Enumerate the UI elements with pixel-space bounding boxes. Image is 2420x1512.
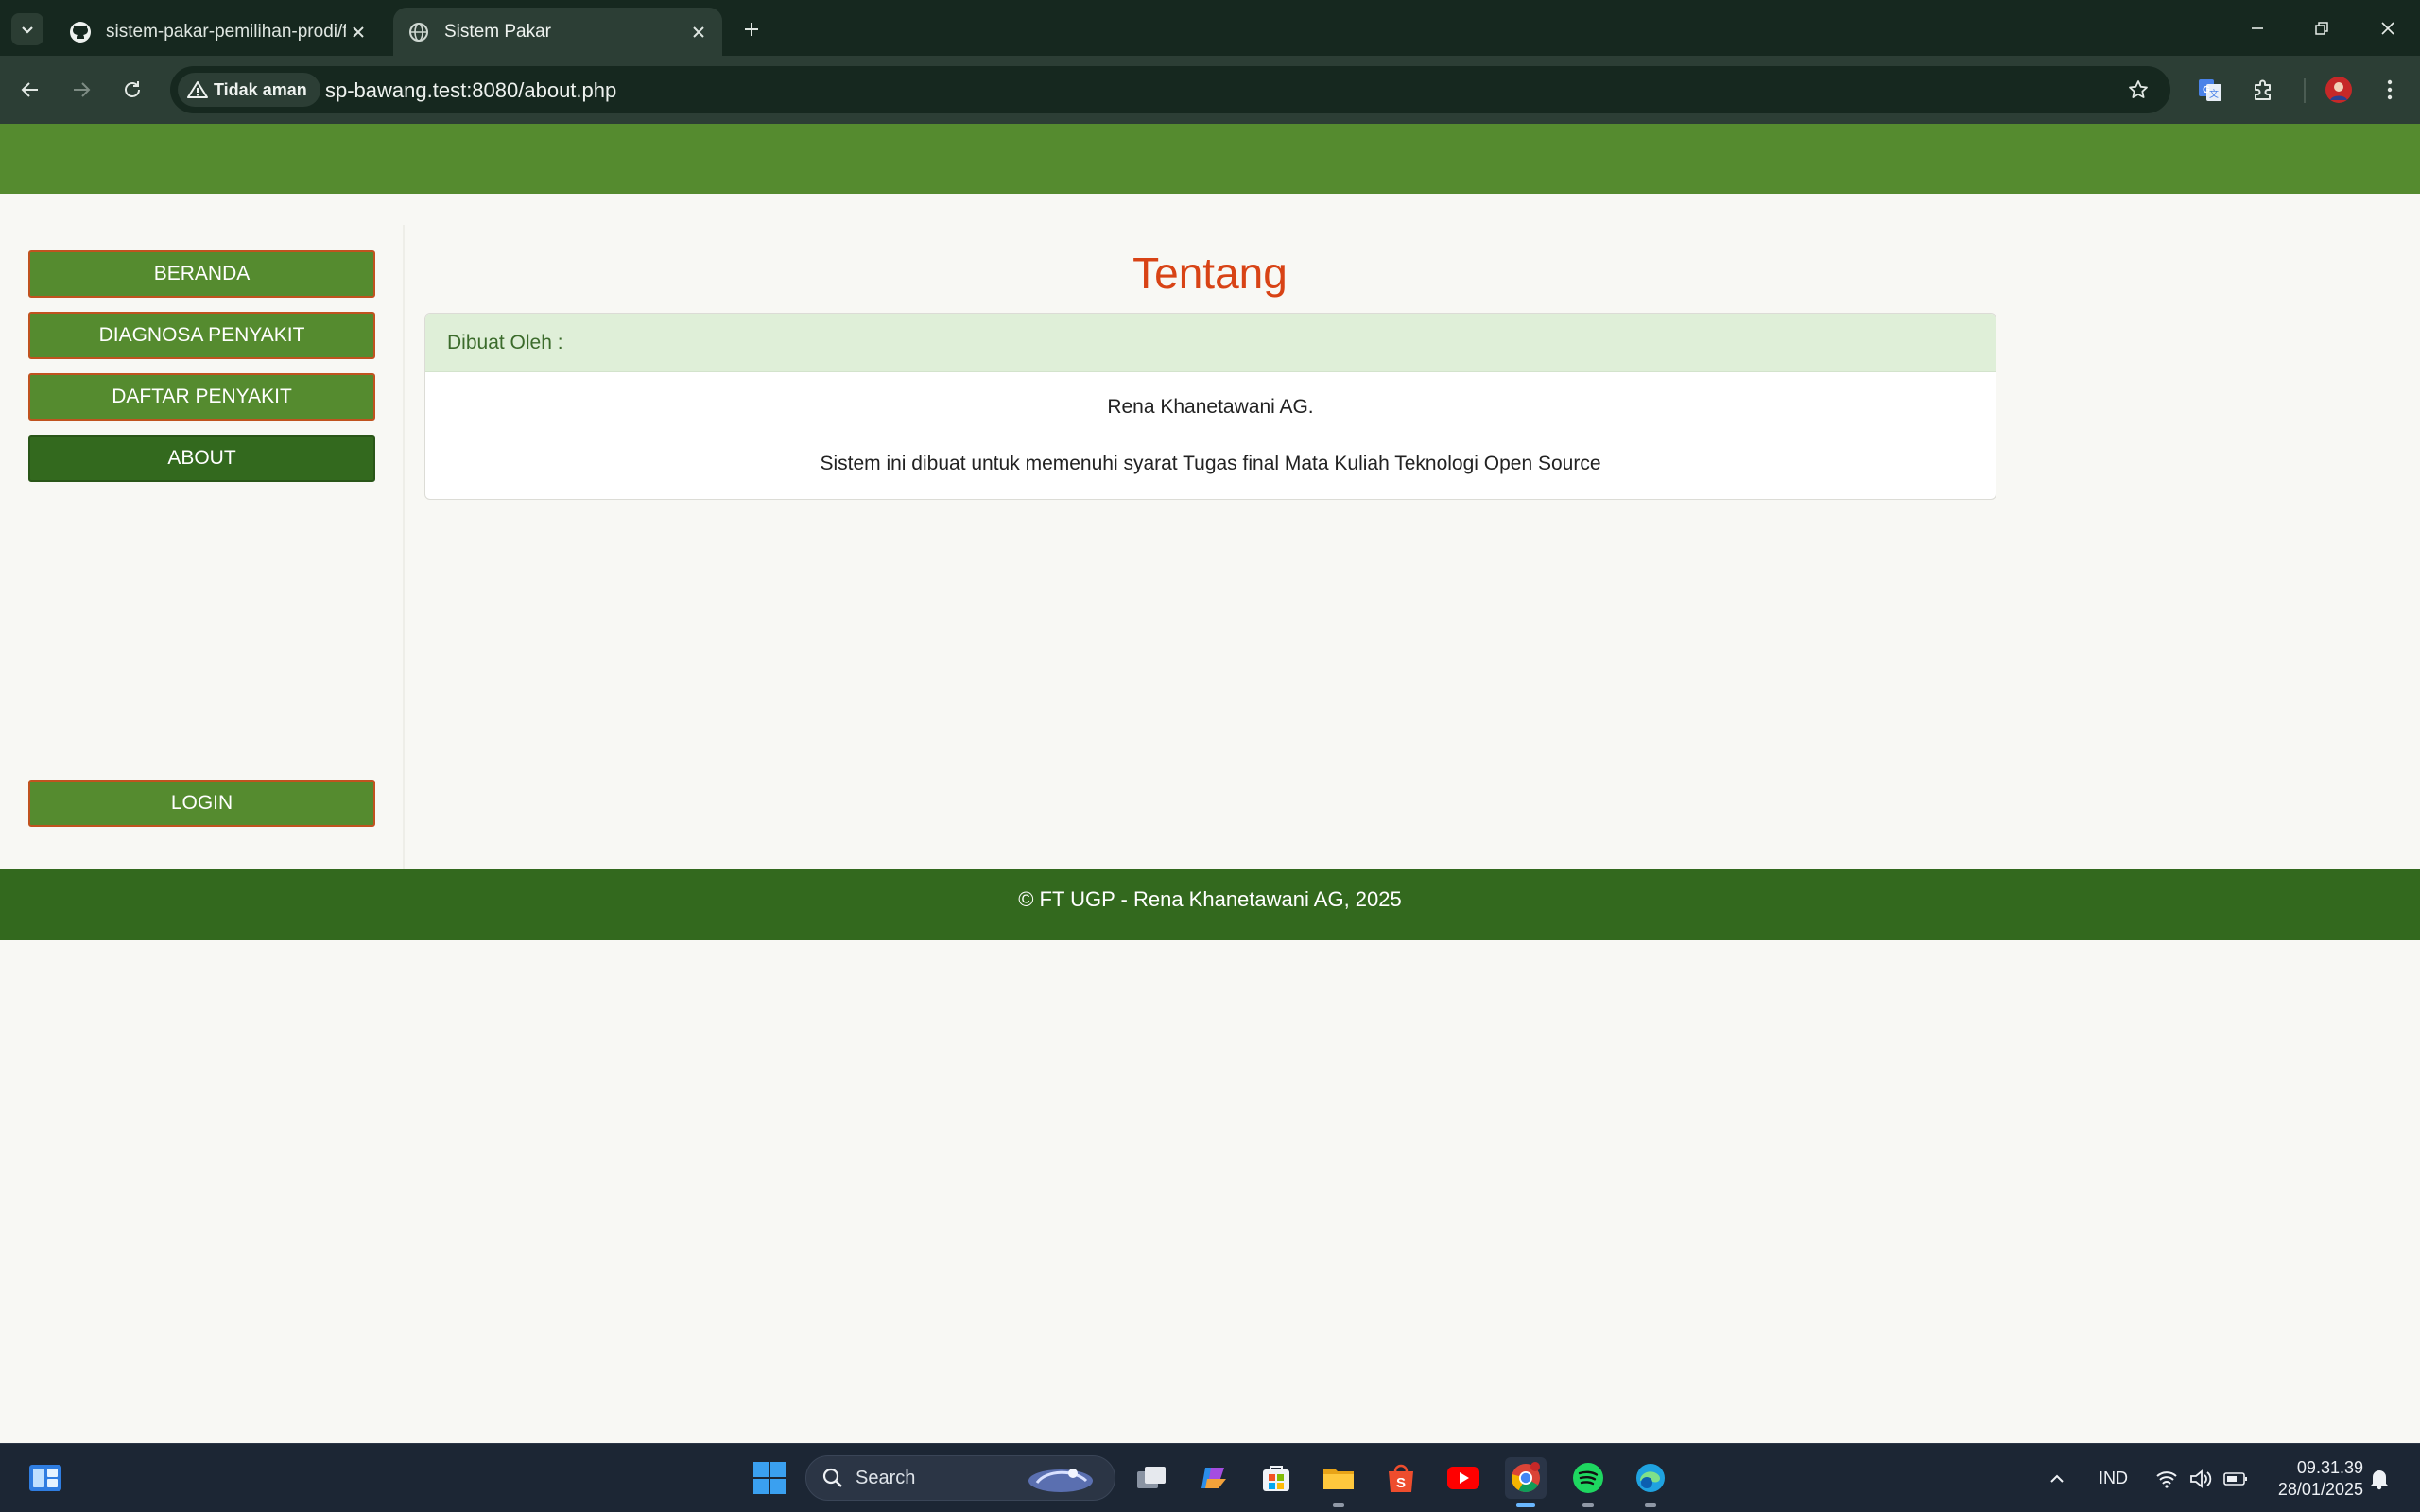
page-footer: © FT UGP - Rena Khanetawani AG, 2025 [0, 869, 2420, 940]
wifi-icon[interactable] [2155, 1444, 2178, 1512]
tab-sistem-pakar[interactable]: Sistem Pakar [393, 8, 722, 56]
footer-text: © FT UGP - Rena Khanetawani AG, 2025 [1018, 887, 1402, 911]
url-text[interactable]: sp-bawang.test:8080/about.php [325, 78, 616, 103]
card-body: Rena Khanetawani AG. Sistem ini dibuat u… [425, 396, 1996, 475]
taskbar-search[interactable]: Search [805, 1455, 1115, 1501]
github-icon [68, 20, 93, 44]
reload-icon [125, 81, 140, 97]
chevron-down-icon [22, 26, 33, 34]
task-view-icon[interactable] [1131, 1457, 1172, 1499]
author-name: Rena Khanetawani AG. [1107, 396, 1314, 418]
extensions-puzzle-icon[interactable] [2244, 71, 2282, 109]
svg-text:S: S [1396, 1475, 1406, 1491]
browser-menu-icon[interactable] [2371, 71, 2409, 109]
reload-button[interactable] [113, 71, 151, 109]
page-title: Tentang [1132, 249, 1288, 298]
microsoft-store-icon[interactable] [1255, 1457, 1297, 1499]
clock-date: 28/01/2025 [2277, 1480, 2363, 1499]
browser-toolbar: Tidak aman sp-bawang.test:8080/about.php… [0, 56, 2420, 124]
warning-icon [187, 81, 208, 98]
sidebar-item-diagnosa-penyakit[interactable]: DIAGNOSA PENYAKIT [28, 312, 375, 359]
arrow-right-icon [74, 82, 91, 97]
search-placeholder: Search [856, 1467, 916, 1488]
search-highlight-icon [1028, 1469, 1093, 1492]
running-indicator [1333, 1503, 1344, 1507]
tray-overflow-chevron-icon[interactable] [2048, 1444, 2066, 1512]
plus-icon [745, 23, 758, 36]
close-icon [2381, 22, 2394, 35]
google-translate-icon[interactable]: G文 [2191, 71, 2229, 109]
restore-icon [2315, 22, 2328, 35]
youtube-icon[interactable] [1443, 1457, 1484, 1499]
tab-github[interactable]: sistem-pakar-pemilihan-prodi/f [55, 8, 382, 56]
sidebar-item-about[interactable]: ABOUT [28, 435, 375, 482]
tab-title: Sistem Pakar [444, 21, 551, 42]
toolbar-divider [2304, 78, 2306, 103]
shopee-icon[interactable]: S [1380, 1457, 1422, 1499]
edge-icon[interactable] [1630, 1457, 1671, 1507]
battery-icon[interactable] [2223, 1444, 2248, 1512]
login-button[interactable]: LOGIN [28, 780, 375, 827]
windows-start-icon[interactable] [749, 1457, 790, 1499]
svg-text:文: 文 [2209, 88, 2219, 100]
security-indicator[interactable]: Tidak aman [178, 73, 320, 107]
address-bar[interactable]: Tidak aman sp-bawang.test:8080/about.php [170, 66, 2170, 113]
search-icon [822, 1468, 842, 1487]
tab-search-button[interactable] [11, 13, 43, 45]
minimize-button[interactable] [2238, 9, 2276, 47]
chrome-icon[interactable] [1505, 1457, 1547, 1507]
copilot-icon[interactable] [1193, 1457, 1235, 1499]
new-tab-button[interactable] [735, 13, 768, 45]
widgets-icon[interactable] [25, 1457, 66, 1499]
language-indicator[interactable]: IND [2099, 1444, 2128, 1512]
arrow-left-icon [21, 82, 38, 97]
file-explorer-icon[interactable] [1318, 1457, 1359, 1507]
spotify-icon[interactable] [1567, 1457, 1609, 1507]
sidebar-item-daftar-penyakit[interactable]: DAFTAR PENYAKIT [28, 373, 375, 421]
volume-icon[interactable] [2189, 1444, 2212, 1512]
taskbar: Search S IND 09.31.39 28/01/2025 [0, 1443, 2420, 1512]
minimize-icon [2252, 27, 2263, 29]
profile-avatar[interactable] [2320, 71, 2358, 109]
about-description: Sistem ini dibuat untuk memenuhi syarat … [820, 453, 1601, 474]
taskbar-clock[interactable]: 09.31.39 28/01/2025 [2259, 1457, 2363, 1501]
about-card: Dibuat Oleh : Rena Khanetawani AG. Siste… [424, 313, 1996, 500]
browser-tab-bar: sistem-pakar-pemilihan-prodi/f Sistem Pa… [0, 0, 2420, 56]
notification-bell-icon[interactable] [2369, 1444, 2390, 1512]
tab-title: sistem-pakar-pemilihan-prodi/f [106, 21, 346, 42]
close-icon[interactable] [346, 20, 371, 44]
sidebar: BERANDA DIAGNOSA PENYAKIT DAFTAR PENYAKI… [0, 225, 405, 869]
close-icon[interactable] [686, 20, 711, 44]
window-close-button[interactable] [2369, 9, 2407, 47]
clock-time: 09.31.39 [2296, 1458, 2363, 1477]
restore-button[interactable] [2303, 9, 2341, 47]
sidebar-item-beranda[interactable]: BERANDA [28, 250, 375, 298]
globe-icon [406, 20, 431, 44]
back-button[interactable] [11, 71, 49, 109]
running-indicator [1582, 1503, 1594, 1507]
active-app-indicator [1516, 1503, 1535, 1507]
page-header-bar [0, 124, 2420, 194]
card-header: Dibuat Oleh : [425, 314, 1996, 372]
bookmark-star-icon[interactable] [2125, 77, 2152, 103]
forward-button[interactable] [62, 71, 100, 109]
running-indicator [1645, 1503, 1656, 1507]
language-text: IND [2099, 1469, 2128, 1487]
security-label: Tidak aman [214, 79, 307, 99]
